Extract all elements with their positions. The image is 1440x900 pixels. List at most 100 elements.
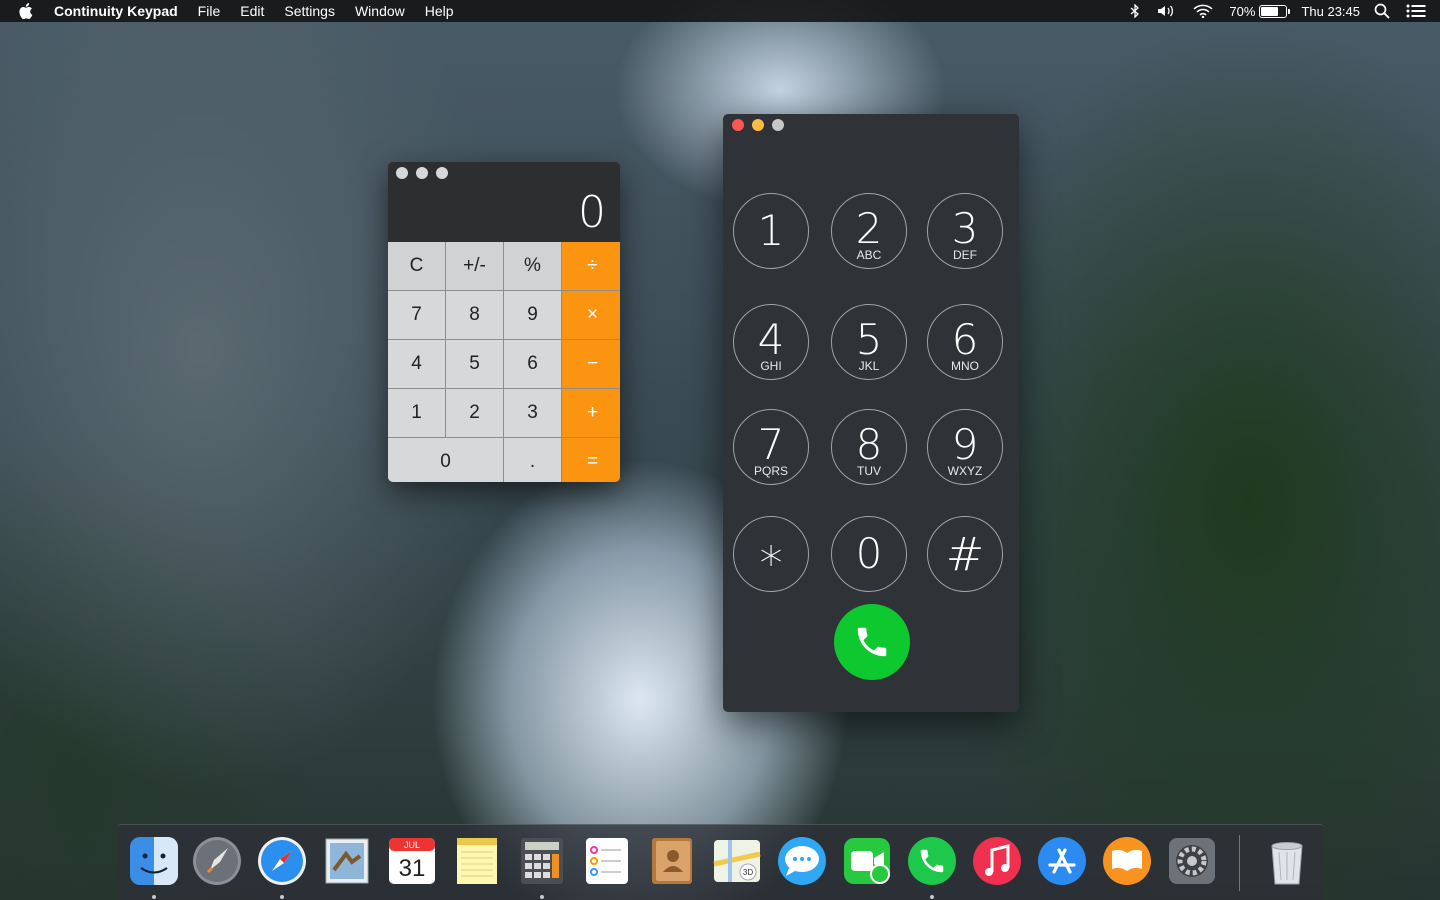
keypad-key-6[interactable]: 7 PQRS xyxy=(733,409,809,485)
keypad-key-0[interactable]: 1 xyxy=(733,193,809,269)
svg-text:3D: 3D xyxy=(743,868,753,877)
wifi-icon xyxy=(1193,4,1213,18)
dock-calendar[interactable]: JUL 31 xyxy=(385,834,439,888)
maps-icon: 3D xyxy=(713,840,761,882)
ibooks-icon xyxy=(1103,837,1151,885)
keypad-key-5[interactable]: 6 MNO xyxy=(927,304,1003,380)
notification-center-button[interactable] xyxy=(1398,4,1440,18)
messages-icon xyxy=(778,837,826,885)
svg-text:31: 31 xyxy=(399,855,426,882)
close-button[interactable] xyxy=(396,167,408,179)
calc-key-5[interactable]: 8 xyxy=(446,291,503,339)
keypad-key-7[interactable]: 8 TUV xyxy=(831,409,907,485)
calc-key-18[interactable]: = xyxy=(562,438,620,482)
keypad-key-11[interactable]: # xyxy=(927,516,1003,592)
search-icon xyxy=(1374,3,1390,19)
menu-settings[interactable]: Settings xyxy=(274,0,345,22)
menu-help[interactable]: Help xyxy=(415,0,464,22)
keypad-digit: 3 xyxy=(951,204,979,253)
minimize-button[interactable] xyxy=(416,167,428,179)
keypad-digit: 0 xyxy=(855,529,883,578)
dock-mail[interactable] xyxy=(320,834,374,888)
facetime-icon xyxy=(844,838,890,884)
finder-icon xyxy=(130,837,178,885)
spotlight-button[interactable] xyxy=(1366,3,1398,19)
calc-key-14[interactable]: 3 xyxy=(504,389,561,437)
keypad-titlebar[interactable] xyxy=(723,114,1019,136)
calc-key-2[interactable]: % xyxy=(504,242,561,290)
calc-key-1[interactable]: +/- xyxy=(446,242,503,290)
keypad-digit: 7 xyxy=(757,420,785,469)
calc-key-4[interactable]: 7 xyxy=(388,291,445,339)
launchpad-icon xyxy=(193,837,241,885)
keypad-key-10[interactable]: 0 xyxy=(831,516,907,592)
calc-key-13[interactable]: 2 xyxy=(446,389,503,437)
dock-maps[interactable]: 3D xyxy=(710,834,764,888)
keypad-digit: 1 xyxy=(757,206,785,255)
keypad-key-3[interactable]: 4 GHI xyxy=(733,304,809,380)
dock-finder[interactable] xyxy=(127,834,181,888)
bluetooth-status[interactable] xyxy=(1121,4,1149,18)
calc-key-0[interactable]: C xyxy=(388,242,445,290)
calc-key-16[interactable]: 0 xyxy=(388,438,503,482)
dock-phone[interactable] xyxy=(905,834,959,888)
keypad-letters: TUV xyxy=(857,464,881,478)
dock-trash[interactable] xyxy=(1260,834,1314,888)
calc-key-3[interactable]: ÷ xyxy=(562,242,620,290)
close-button[interactable] xyxy=(732,119,744,131)
menu-file[interactable]: File xyxy=(188,0,231,22)
minimize-button[interactable] xyxy=(752,119,764,131)
dock-safari[interactable] xyxy=(255,834,309,888)
menu-bar: Continuity Keypad File Edit Settings Win… xyxy=(0,0,1440,22)
dock-notes[interactable] xyxy=(450,834,504,888)
calc-key-11[interactable]: − xyxy=(562,340,620,388)
dock-divider xyxy=(1239,835,1240,891)
keypad-digit: ∗ xyxy=(756,527,786,581)
trash-icon xyxy=(1271,842,1303,885)
calc-key-12[interactable]: 1 xyxy=(388,389,445,437)
keypad-key-4[interactable]: 5 JKL xyxy=(831,304,907,380)
dock-ibooks[interactable] xyxy=(1100,834,1154,888)
volume-status[interactable] xyxy=(1149,4,1185,18)
menu-clock[interactable]: Thu 23:45 xyxy=(1295,4,1366,19)
keypad-digit: 2 xyxy=(855,204,883,253)
status-area: 70% Thu 23:45 xyxy=(1121,0,1440,22)
calc-key-17[interactable]: . xyxy=(504,438,561,482)
dock-contacts[interactable] xyxy=(645,834,699,888)
calculator-titlebar[interactable] xyxy=(388,162,620,184)
dock-calculator[interactable] xyxy=(515,834,569,888)
battery-status[interactable]: 70% xyxy=(1221,4,1295,19)
keypad-key-8[interactable]: 9 WXYZ xyxy=(927,409,1003,485)
keypad-key-2[interactable]: 3 DEF xyxy=(927,193,1003,269)
menu-app-name[interactable]: Continuity Keypad xyxy=(50,0,188,22)
dock-system-preferences[interactable] xyxy=(1165,834,1219,888)
dock-reminders[interactable] xyxy=(580,834,634,888)
calculator-window: 0 C +/-% ÷ 7 8 9 × 4 5 6− 1 2 3 +0. = xyxy=(388,162,620,482)
dock-messages[interactable] xyxy=(775,834,829,888)
keypad-letters: PQRS xyxy=(753,464,788,478)
calc-key-6[interactable]: 9 xyxy=(504,291,561,339)
keypad-key-9[interactable]: ∗ xyxy=(733,516,809,592)
dock-launchpad[interactable] xyxy=(190,834,244,888)
keypad-digit: 4 xyxy=(757,315,785,364)
apple-menu[interactable] xyxy=(0,2,50,20)
keypad-letters: JKL xyxy=(858,359,880,373)
menu-window[interactable]: Window xyxy=(345,0,415,22)
keypad-digit: # xyxy=(945,527,985,581)
calc-key-7[interactable]: × xyxy=(562,291,620,339)
dock-facetime[interactable] xyxy=(840,834,894,888)
calc-key-15[interactable]: + xyxy=(562,389,620,437)
call-button[interactable] xyxy=(834,604,910,680)
wifi-status[interactable] xyxy=(1185,4,1221,18)
calc-key-9[interactable]: 5 xyxy=(446,340,503,388)
calc-key-8[interactable]: 4 xyxy=(388,340,445,388)
menu-edit[interactable]: Edit xyxy=(230,0,274,22)
battery-fill xyxy=(1261,6,1278,16)
zoom-button[interactable] xyxy=(436,167,448,179)
keypad-window: 1 2 ABC 3 DEF 4 GHI 5 JKL 6 MNO 7 PQRS 8 TUV 9 WXYZ ∗ 0 # xyxy=(723,114,1019,712)
zoom-button[interactable] xyxy=(772,119,784,131)
dock-itunes[interactable] xyxy=(970,834,1024,888)
calc-key-10[interactable]: 6 xyxy=(504,340,561,388)
dock-app-store[interactable] xyxy=(1035,834,1089,888)
keypad-key-1[interactable]: 2 ABC xyxy=(831,193,907,269)
